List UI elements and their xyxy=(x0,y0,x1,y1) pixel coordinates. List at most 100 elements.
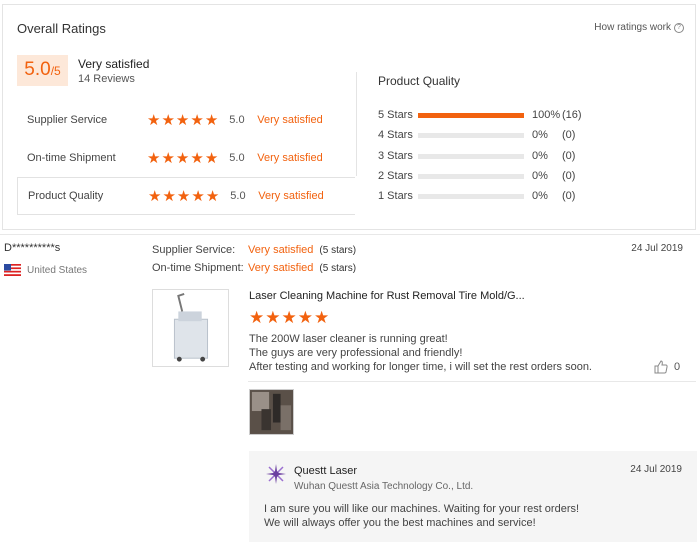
breakdown-count: (16) xyxy=(562,109,582,121)
category-verdict: Very satisfied xyxy=(257,114,323,126)
category-label: On-time Shipment xyxy=(27,152,116,164)
review-count: 14 Reviews xyxy=(78,73,135,85)
breakdown-percent: 0% xyxy=(532,170,548,182)
how-ratings-work-label: How ratings work xyxy=(594,22,671,33)
star-icon: ★ xyxy=(314,308,330,327)
breakdown-count: (0) xyxy=(562,190,576,202)
like-count: 0 xyxy=(674,361,681,373)
divider xyxy=(0,234,700,235)
star-icon: ★ xyxy=(175,149,190,167)
breakdown-percent: 0% xyxy=(532,129,548,141)
star-icon: ★ xyxy=(147,149,161,167)
star-icon: ★ xyxy=(161,111,175,129)
category-label: Supplier Service xyxy=(27,114,108,126)
breakdown-label: 3 Stars xyxy=(378,150,413,162)
shipment-stars: (5 stars) xyxy=(319,263,357,274)
reply-date: 24 Jul 2019 xyxy=(630,464,682,475)
breakdown-title: Product Quality xyxy=(378,74,461,88)
category-label: Product Quality xyxy=(28,190,104,202)
product-title-link[interactable]: Laser Cleaning Machine for Rust Removal … xyxy=(249,290,525,302)
star-icon: ★ xyxy=(176,187,191,205)
question-icon: ? xyxy=(674,22,684,33)
star-icon: ★ xyxy=(249,308,265,327)
breakdown-bar xyxy=(418,193,524,199)
like-button[interactable]: 0 xyxy=(654,360,680,374)
category-row-supplier-service[interactable]: Supplier Service ★ ★ ★ ★ ★ 5.0 Very satisfie… xyxy=(17,101,355,139)
supplier-service-label: Supplier Service: xyxy=(152,244,236,256)
breakdown-row: 3 Stars 0% (0) xyxy=(378,149,575,163)
breakdown-count: (0) xyxy=(562,150,576,162)
review-date: 24 Jul 2019 xyxy=(631,243,683,254)
supplier-service-value: Very satisfied (5 stars) xyxy=(248,244,356,256)
overall-score-max: /5 xyxy=(50,64,61,78)
review-photo[interactable] xyxy=(249,389,294,435)
category-verdict: Very satisfied xyxy=(257,152,323,164)
category-verdict: Very satisfied xyxy=(258,190,324,202)
breakdown-bar-fill xyxy=(418,112,524,118)
overall-ratings-title: Overall Ratings xyxy=(17,21,106,36)
star-rating: ★ ★ ★ ★ ★ xyxy=(148,189,219,204)
overall-score-badge: 5.0 /5 xyxy=(17,55,68,86)
star-rating: ★ ★ ★ ★ ★ xyxy=(147,113,218,128)
thumbs-up-icon xyxy=(654,360,668,374)
breakdown-percent: 0% xyxy=(532,150,548,162)
reviewer-country: United States xyxy=(27,265,88,276)
star-icon: ★ xyxy=(161,149,175,167)
breakdown-percent: 100% xyxy=(532,109,561,121)
supplier-logo-icon xyxy=(266,464,286,484)
category-row-on-time-shipment[interactable]: On-time Shipment ★ ★ ★ ★ ★ 5.0 Very satisfie… xyxy=(17,139,355,177)
review-text-line: The guys are very professional and frien… xyxy=(249,347,463,359)
star-icon: ★ xyxy=(191,187,205,205)
breakdown-count: (0) xyxy=(562,129,576,141)
star-icon: ★ xyxy=(204,111,219,129)
star-icon: ★ xyxy=(297,308,313,327)
review-text: The 200W laser cleaner is running great!… xyxy=(249,332,592,374)
star-icon: ★ xyxy=(205,187,220,205)
product-thumbnail[interactable] xyxy=(152,289,229,367)
divider xyxy=(356,72,357,176)
breakdown-label: 2 Stars xyxy=(378,170,413,182)
reply-text: I am sure you will like our machines. Wa… xyxy=(264,502,579,530)
star-icon: ★ xyxy=(147,111,161,129)
breakdown-label: 5 Stars xyxy=(378,109,413,121)
breakdown-bar xyxy=(418,153,524,159)
breakdown-bar xyxy=(418,132,524,138)
star-icon: ★ xyxy=(175,111,190,129)
breakdown-label: 4 Stars xyxy=(378,129,413,141)
category-score: 5.0 xyxy=(230,190,246,202)
star-icon: ★ xyxy=(281,308,297,327)
breakdown-bar xyxy=(418,173,524,179)
supplier-service-verdict: Very satisfied xyxy=(248,244,314,256)
review-star-rating: ★ ★ ★ ★ ★ xyxy=(249,309,329,326)
reply-text-line: We will always offer you the best machin… xyxy=(264,517,536,529)
reply-supplier-name: Questt Laser xyxy=(294,465,357,477)
us-flag-icon xyxy=(4,264,21,276)
breakdown-row: 1 Stars 0% (0) xyxy=(378,189,575,203)
review-text-line: After testing and working for longer tim… xyxy=(249,361,592,373)
reply-text-line: I am sure you will like our machines. Wa… xyxy=(264,503,580,515)
supplier-service-stars: (5 stars) xyxy=(319,245,357,256)
star-icon: ★ xyxy=(148,187,162,205)
star-icon: ★ xyxy=(190,111,204,129)
overall-score: 5.0 xyxy=(24,59,51,80)
breakdown-count: (0) xyxy=(562,170,576,182)
reply-company: Wuhan Questt Asia Technology Co., Ltd. xyxy=(294,481,474,492)
star-icon: ★ xyxy=(162,187,176,205)
how-ratings-work-link[interactable]: How ratings work ? xyxy=(594,22,684,33)
breakdown-row: 4 Stars 0% (0) xyxy=(378,128,575,142)
category-score: 5.0 xyxy=(229,114,245,126)
star-icon: ★ xyxy=(204,149,219,167)
star-icon: ★ xyxy=(190,149,204,167)
overall-verdict: Very satisfied xyxy=(78,57,150,71)
reviewer-name: D**********s xyxy=(4,242,61,254)
star-icon: ★ xyxy=(265,308,281,327)
shipment-value: Very satisfied (5 stars) xyxy=(248,262,356,274)
breakdown-row: 5 Stars 100% (16) xyxy=(378,108,582,122)
shipment-label: On-time Shipment: xyxy=(152,262,244,274)
category-row-product-quality[interactable]: Product Quality ★ ★ ★ ★ ★ 5.0 Very satisfied xyxy=(17,177,355,215)
star-rating: ★ ★ ★ ★ ★ xyxy=(147,151,218,166)
breakdown-percent: 0% xyxy=(532,190,548,202)
shipment-verdict: Very satisfied xyxy=(248,262,314,274)
breakdown-bar xyxy=(418,112,524,118)
review-text-line: The 200W laser cleaner is running great! xyxy=(249,333,448,345)
